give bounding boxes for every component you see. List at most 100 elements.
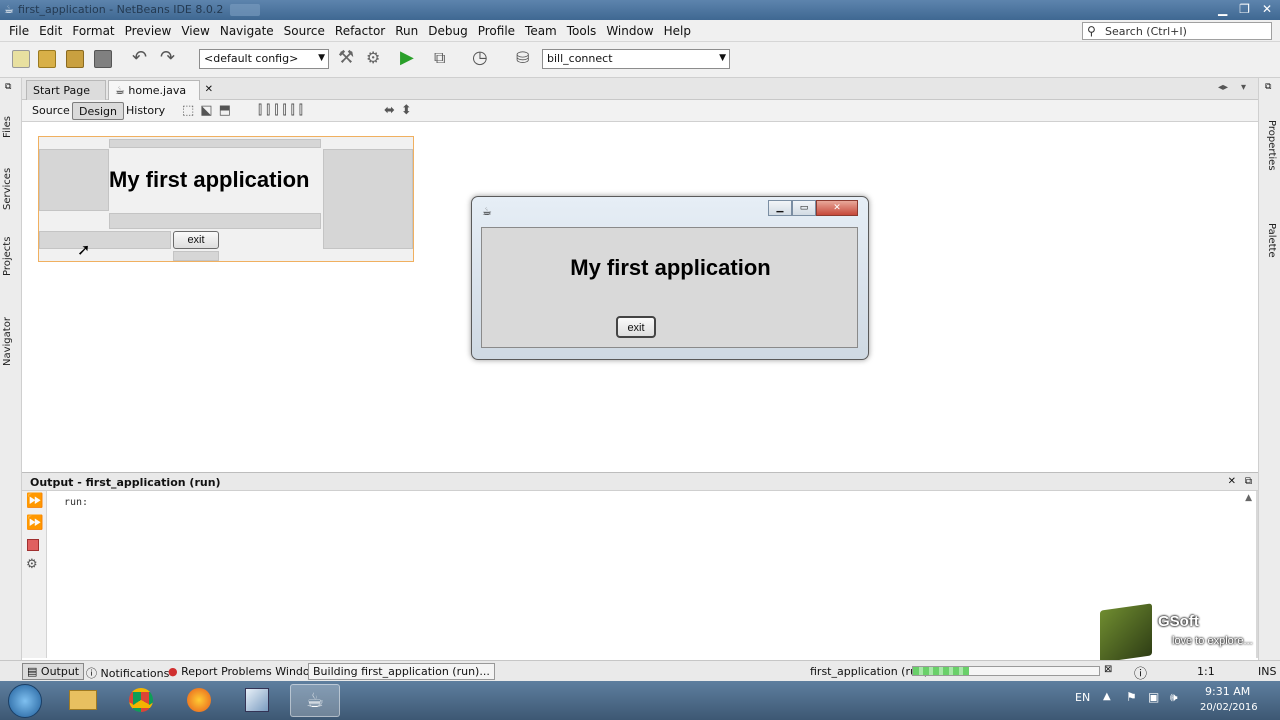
build-icon[interactable]: ⚒ <box>338 49 356 68</box>
open-project-icon[interactable] <box>66 50 84 68</box>
redo-icon[interactable]: ↷ <box>160 49 178 68</box>
clock-time[interactable]: 9:31 AM <box>1205 685 1250 698</box>
show-opened-icon[interactable]: ▾ <box>1241 82 1246 93</box>
jframe-form[interactable]: My first application exit <box>38 136 414 262</box>
settings-icon[interactable]: ⚙ <box>26 557 38 572</box>
run-icon[interactable]: ▶ <box>400 49 418 68</box>
minimize-icon[interactable]: ▁ <box>768 200 792 216</box>
volume-icon[interactable]: 🕪 <box>1170 690 1178 705</box>
scroll-tabs-icon[interactable]: ◂▸ <box>1218 82 1228 93</box>
menu-bar: File Edit Format Preview View Navigate S… <box>0 20 1280 42</box>
cancel-task-icon[interactable]: ⊠ <box>1104 664 1112 675</box>
insert-mode: INS <box>1258 665 1277 678</box>
menu-refactor[interactable]: Refactor <box>330 24 390 38</box>
language-indicator[interactable]: EN <box>1075 691 1090 704</box>
menu-run[interactable]: Run <box>390 24 423 38</box>
task-name: first_application (run) <box>810 665 929 678</box>
design-mode-button[interactable]: Design <box>72 102 124 120</box>
menu-source[interactable]: Source <box>279 24 330 38</box>
source-mode-button[interactable]: Source <box>26 102 76 120</box>
menu-team[interactable]: Team <box>520 24 562 38</box>
menu-help[interactable]: Help <box>659 24 696 38</box>
sidebar-item-projects[interactable]: Projects <box>2 237 13 276</box>
error-icon: ● <box>168 665 178 678</box>
taskbar-chrome[interactable] <box>116 684 166 717</box>
tab-home-java[interactable]: ☕ home.java ✕ <box>108 80 213 100</box>
save-all-icon[interactable] <box>94 50 112 68</box>
taskbar-java[interactable]: ☕ <box>290 684 340 717</box>
progress-bar <box>912 666 1100 676</box>
menu-profile[interactable]: Profile <box>473 24 520 38</box>
maximize-icon[interactable]: ❐ <box>1239 2 1250 16</box>
output-text: run: <box>64 497 89 508</box>
undo-icon[interactable]: ↶ <box>132 49 150 68</box>
new-file-icon[interactable] <box>12 50 30 68</box>
clock-date[interactable]: 20/02/2016 <box>1200 702 1258 713</box>
config-select[interactable]: <default config> ▼ <box>199 49 329 69</box>
notifications-tab[interactable]: ⓘ Notifications <box>86 665 169 681</box>
sidebar-item-services[interactable]: Services <box>2 168 13 210</box>
menu-file[interactable]: File <box>4 24 34 38</box>
align-tools-icon[interactable]: ⫿⫿⫿⫿⫿⫿ <box>258 103 307 118</box>
sidebar-item-palette[interactable]: Palette <box>1266 223 1277 258</box>
taskbar-firefox[interactable] <box>174 684 224 717</box>
maximize-icon[interactable]: ⧉ <box>1245 476 1252 487</box>
form-title-label[interactable]: My first application <box>109 167 309 193</box>
selection-tools-icon[interactable]: ⬚⬕⬒ <box>182 103 237 118</box>
menu-tools[interactable]: Tools <box>562 24 602 38</box>
taskbar-explorer[interactable] <box>58 684 108 717</box>
resize-tools-icon[interactable]: ⬌⬍ <box>384 103 418 118</box>
menu-preview[interactable]: Preview <box>120 24 177 38</box>
progress-fill <box>913 667 969 675</box>
app-exit-button[interactable]: exit <box>616 316 656 338</box>
sidebar-item-files[interactable]: Files <box>2 116 13 138</box>
menu-debug[interactable]: Debug <box>423 24 472 38</box>
start-button[interactable] <box>8 684 42 718</box>
sidebar-item-navigator[interactable]: Navigator <box>2 317 13 366</box>
search-input[interactable]: ⚲ Search (Ctrl+I) <box>1082 22 1272 40</box>
profile-icon[interactable]: ◷ <box>472 49 490 68</box>
scroll-up-icon[interactable]: ▲ <box>1245 493 1252 503</box>
app-title-label: My first application <box>570 255 771 280</box>
restore-icon[interactable]: ⧉ <box>1265 82 1271 92</box>
close-icon[interactable]: ✕ <box>205 84 213 95</box>
rerun-icon[interactable]: ⏩ <box>26 493 43 509</box>
close-icon[interactable]: ✕ <box>1262 2 1272 16</box>
form-exit-button[interactable]: exit <box>173 231 219 249</box>
clean-build-icon[interactable]: ⚙ <box>366 50 384 68</box>
tray-expand-icon[interactable]: ▲ <box>1103 691 1111 702</box>
maximize-icon[interactable]: ▭ <box>792 200 816 216</box>
debug-icon[interactable]: ⧉ <box>434 50 452 68</box>
rerun-with-params-icon[interactable]: ⏩ <box>26 515 43 531</box>
restore-icon[interactable]: ⧉ <box>5 82 11 92</box>
flag-icon[interactable]: ⚑ <box>1126 690 1137 704</box>
menu-navigate[interactable]: Navigate <box>215 24 279 38</box>
gsoft-logo <box>1100 603 1152 663</box>
folder-icon <box>69 690 97 710</box>
menu-view[interactable]: View <box>176 24 214 38</box>
history-mode-button[interactable]: History <box>120 102 171 120</box>
chevron-down-icon: ▼ <box>318 53 325 63</box>
output-tab[interactable]: ▤ Output <box>22 663 85 680</box>
java-file-icon: ☕ <box>115 84 125 97</box>
report-problems-tab[interactable]: ● Report Problems Window <box>168 665 319 678</box>
app-content: My first application exit <box>481 227 858 348</box>
app-window[interactable]: ☕ ▁ ▭ ✕ My first application exit <box>471 196 869 360</box>
network-icon[interactable]: ▣ <box>1148 690 1159 704</box>
new-project-icon[interactable] <box>38 50 56 68</box>
taskbar-netbeans[interactable] <box>232 684 282 717</box>
notification-bell-icon[interactable]: ⓘ <box>1134 663 1147 682</box>
menu-edit[interactable]: Edit <box>34 24 67 38</box>
connection-select[interactable]: bill_connect ▼ <box>542 49 730 69</box>
menu-format[interactable]: Format <box>67 24 119 38</box>
stop-icon[interactable] <box>27 539 39 551</box>
close-icon[interactable]: ✕ <box>1228 476 1236 487</box>
menu-window[interactable]: Window <box>601 24 658 38</box>
sidebar-item-properties[interactable]: Properties <box>1266 120 1277 171</box>
tab-start-page[interactable]: Start Page <box>26 80 106 100</box>
output-icon: ▤ <box>27 665 38 678</box>
output-toolbar: ⏩ ⏩ ⚙ <box>22 491 47 658</box>
minimize-icon[interactable]: ▁ <box>1218 2 1227 16</box>
close-icon[interactable]: ✕ <box>816 200 858 216</box>
database-icon[interactable]: ⛁ <box>516 50 534 68</box>
